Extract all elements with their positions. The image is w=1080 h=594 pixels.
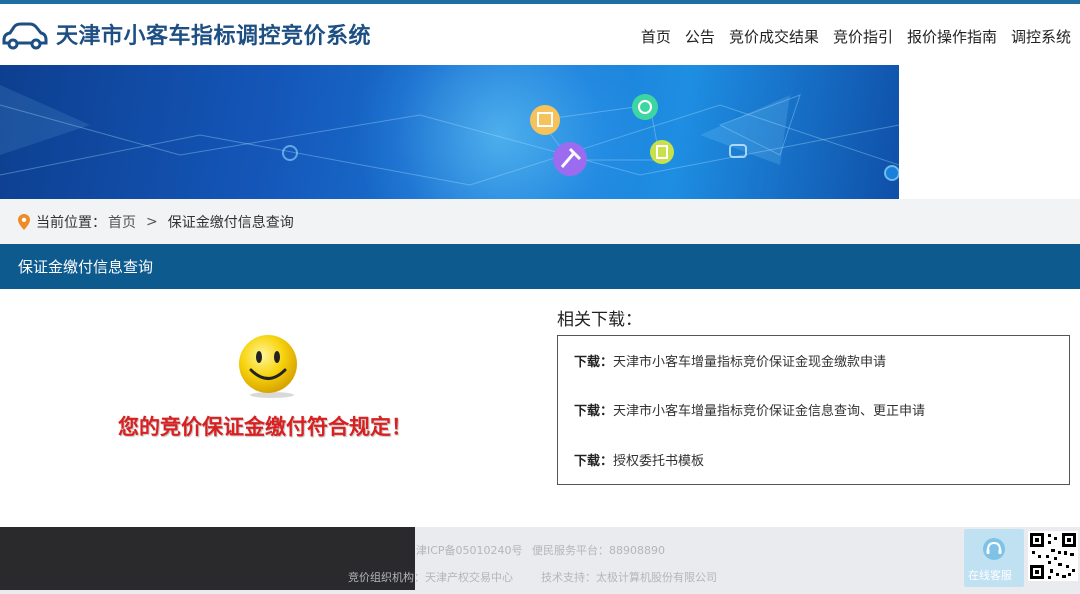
document-icon: [650, 140, 674, 164]
content-area: 您的竞价保证金缴付符合规定！ 相关下载： 下载：天津市小客车增量指标竞价保证金现…: [0, 289, 1080, 515]
nav-item-control-system[interactable]: 调控系统: [1004, 26, 1078, 47]
main-nav: 首页 公告 竞价成交结果 竞价指引 报价操作指南 调控系统: [634, 26, 1078, 47]
gavel-icon: [553, 142, 587, 176]
download-link-cash-deposit[interactable]: 下载：天津市小客车增量指标竞价保证金现金缴款申请: [574, 351, 886, 370]
car-icon: [2, 22, 48, 50]
breadcrumb-prefix: 当前位置：: [36, 215, 106, 231]
footer-service-platform: 便民服务平台：88908890: [532, 544, 665, 557]
hero-banner: [0, 65, 899, 199]
download-link-info-correction[interactable]: 下载：天津市小客车增量指标竞价保证金信息查询、更正申请: [574, 400, 925, 419]
smiley-icon: [239, 335, 297, 398]
download-key: 下载：: [574, 454, 614, 469]
site-title: 天津市小客车指标调控竞价系统: [56, 24, 372, 49]
calendar-icon: [530, 105, 560, 135]
site-header: 天津市小客车指标调控竞价系统 首页 公告 竞价成交结果 竞价指引 报价操作指南 …: [0, 4, 1080, 64]
download-label: 授权委托书模板: [613, 454, 705, 469]
breadcrumb-home-link[interactable]: 首页: [108, 212, 136, 232]
download-key: 下载：: [574, 355, 614, 370]
footer-organizer: 竞价组织机构：天津产权交易中心: [348, 571, 513, 584]
banner-graphic: [0, 85, 899, 186]
nav-item-auction-results[interactable]: 竞价成交结果: [722, 26, 826, 47]
download-label: 天津市小客车增量指标竞价保证金现金缴款申请: [613, 355, 887, 370]
footer-icp: 津ICP备05010240号: [416, 544, 523, 557]
nav-item-quote-guide[interactable]: 报价操作指南: [900, 26, 1004, 47]
section-title: 保证金缴付信息查询: [18, 258, 154, 276]
headset-icon: [983, 538, 1005, 560]
nav-item-announcements[interactable]: 公告: [678, 26, 722, 47]
nav-item-bidding-guide[interactable]: 竞价指引: [826, 26, 900, 47]
downloads-heading: 相关下载：: [557, 310, 642, 330]
online-service-label: 在线客服: [968, 569, 1012, 582]
section-header-bar: 保证金缴付信息查询: [0, 244, 1080, 289]
breadcrumb-bar: 当前位置： 首页 > 保证金缴付信息查询: [0, 199, 1080, 244]
online-service-button[interactable]: 在线客服: [964, 529, 1024, 587]
breadcrumb: 当前位置： 首页 > 保证金缴付信息查询: [18, 212, 294, 232]
site-footer: 津ICP备05010240号 便民服务平台：88908890 竞价组织机构：天津…: [0, 527, 1080, 594]
location-pin-icon: [18, 214, 30, 230]
deposit-status-message: 您的竞价保证金缴付符合规定！: [118, 415, 412, 439]
nav-item-home[interactable]: 首页: [634, 26, 678, 47]
download-key: 下载：: [574, 404, 614, 419]
qr-code-icon: [1028, 531, 1078, 581]
breadcrumb-separator: >: [146, 214, 158, 230]
download-link-authorization[interactable]: 下载：授权委托书模板: [574, 450, 704, 469]
download-label: 天津市小客车增量指标竞价保证金信息查询、更正申请: [613, 404, 926, 419]
footer-tech-support: 技术支持：太极计算机股份有限公司: [541, 571, 717, 584]
downloads-box: 下载：天津市小客车增量指标竞价保证金现金缴款申请 下载：天津市小客车增量指标竞价…: [557, 335, 1070, 485]
bid-icon: [632, 94, 658, 120]
breadcrumb-current: 保证金缴付信息查询: [167, 215, 294, 231]
